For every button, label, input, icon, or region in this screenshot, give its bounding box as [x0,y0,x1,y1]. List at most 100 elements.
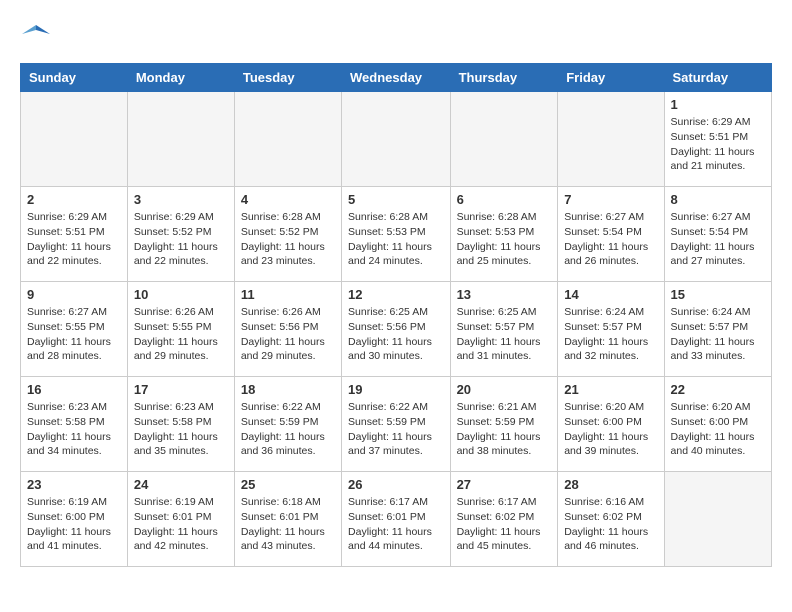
calendar-header-monday: Monday [127,64,234,92]
calendar-cell [21,92,128,187]
calendar-cell: 17 Sunrise: 6:23 AM Sunset: 5:58 PM Dayli… [127,377,234,472]
day-info: Sunrise: 6:27 AM Sunset: 5:55 PM Dayligh… [27,305,121,364]
day-info: Sunrise: 6:20 AM Sunset: 6:00 PM Dayligh… [671,400,765,459]
day-info: Sunrise: 6:23 AM Sunset: 5:58 PM Dayligh… [134,400,228,459]
day-info: Sunrise: 6:17 AM Sunset: 6:02 PM Dayligh… [457,495,552,554]
day-info: Sunrise: 6:28 AM Sunset: 5:53 PM Dayligh… [457,210,552,269]
calendar-header-tuesday: Tuesday [234,64,341,92]
day-info: Sunrise: 6:29 AM Sunset: 5:51 PM Dayligh… [671,115,765,174]
day-number: 10 [134,287,228,302]
calendar-cell: 20 Sunrise: 6:21 AM Sunset: 5:59 PM Dayli… [450,377,558,472]
day-number: 27 [457,477,552,492]
day-info: Sunrise: 6:22 AM Sunset: 5:59 PM Dayligh… [241,400,335,459]
week-row-1: 1 Sunrise: 6:29 AM Sunset: 5:51 PM Daylig… [21,92,772,187]
calendar-cell: 5 Sunrise: 6:28 AM Sunset: 5:53 PM Daylig… [342,187,451,282]
calendar-cell: 11 Sunrise: 6:26 AM Sunset: 5:56 PM Dayli… [234,282,341,377]
calendar-header-friday: Friday [558,64,664,92]
day-info: Sunrise: 6:19 AM Sunset: 6:01 PM Dayligh… [134,495,228,554]
day-number: 23 [27,477,121,492]
day-number: 1 [671,97,765,112]
calendar-header-thursday: Thursday [450,64,558,92]
day-number: 28 [564,477,657,492]
calendar-cell: 9Sunrise: 6:27 AM Sunset: 5:55 PM Daylig… [21,282,128,377]
calendar-cell: 6 Sunrise: 6:28 AM Sunset: 5:53 PM Daylig… [450,187,558,282]
day-number: 12 [348,287,444,302]
logo-bird-icon [22,20,50,48]
day-info: Sunrise: 6:17 AM Sunset: 6:01 PM Dayligh… [348,495,444,554]
day-number: 5 [348,192,444,207]
calendar-header-row: SundayMondayTuesdayWednesdayThursdayFrid… [21,64,772,92]
calendar-cell [558,92,664,187]
day-number: 24 [134,477,228,492]
calendar-cell: 25 Sunrise: 6:18 AM Sunset: 6:01 PM Dayli… [234,472,341,567]
day-info: Sunrise: 6:19 AM Sunset: 6:00 PM Dayligh… [27,495,121,554]
day-info: Sunrise: 6:22 AM Sunset: 5:59 PM Dayligh… [348,400,444,459]
day-number: 3 [134,192,228,207]
day-info: Sunrise: 6:23 AM Sunset: 5:58 PM Dayligh… [27,400,121,459]
calendar-cell: 7 Sunrise: 6:27 AM Sunset: 5:54 PM Daylig… [558,187,664,282]
calendar-cell: 27 Sunrise: 6:17 AM Sunset: 6:02 PM Dayli… [450,472,558,567]
day-number: 25 [241,477,335,492]
day-number: 4 [241,192,335,207]
calendar-header-wednesday: Wednesday [342,64,451,92]
calendar-cell: 18 Sunrise: 6:22 AM Sunset: 5:59 PM Dayli… [234,377,341,472]
calendar-header-sunday: Sunday [21,64,128,92]
calendar-cell [342,92,451,187]
day-number: 14 [564,287,657,302]
day-number: 6 [457,192,552,207]
page-header [20,20,772,53]
calendar-cell: 8 Sunrise: 6:27 AM Sunset: 5:54 PM Daylig… [664,187,771,282]
day-number: 15 [671,287,765,302]
logo-text [20,20,50,53]
day-info: Sunrise: 6:18 AM Sunset: 6:01 PM Dayligh… [241,495,335,554]
calendar-cell: 26 Sunrise: 6:17 AM Sunset: 6:01 PM Dayli… [342,472,451,567]
calendar-cell: 10 Sunrise: 6:26 AM Sunset: 5:55 PM Dayli… [127,282,234,377]
week-row-5: 23 Sunrise: 6:19 AM Sunset: 6:00 PM Dayli… [21,472,772,567]
day-info: Sunrise: 6:27 AM Sunset: 5:54 PM Dayligh… [564,210,657,269]
day-info: Sunrise: 6:29 AM Sunset: 5:52 PM Dayligh… [134,210,228,269]
day-number: 13 [457,287,552,302]
calendar-cell: 16Sunrise: 6:23 AM Sunset: 5:58 PM Dayli… [21,377,128,472]
day-number: 7 [564,192,657,207]
day-info: Sunrise: 6:29 AM Sunset: 5:51 PM Dayligh… [27,210,121,269]
day-info: Sunrise: 6:26 AM Sunset: 5:56 PM Dayligh… [241,305,335,364]
day-number: 8 [671,192,765,207]
calendar-cell: 2 Sunrise: 6:29 AM Sunset: 5:51 PM Daylig… [21,187,128,282]
week-row-4: 16Sunrise: 6:23 AM Sunset: 5:58 PM Dayli… [21,377,772,472]
week-row-3: 9Sunrise: 6:27 AM Sunset: 5:55 PM Daylig… [21,282,772,377]
calendar-cell: 3 Sunrise: 6:29 AM Sunset: 5:52 PM Daylig… [127,187,234,282]
calendar-cell [450,92,558,187]
day-info: Sunrise: 6:25 AM Sunset: 5:57 PM Dayligh… [457,305,552,364]
day-number: 11 [241,287,335,302]
day-info: Sunrise: 6:20 AM Sunset: 6:00 PM Dayligh… [564,400,657,459]
day-number: 19 [348,382,444,397]
calendar-cell [127,92,234,187]
calendar-cell: 4 Sunrise: 6:28 AM Sunset: 5:52 PM Daylig… [234,187,341,282]
day-info: Sunrise: 6:26 AM Sunset: 5:55 PM Dayligh… [134,305,228,364]
day-number: 2 [27,192,121,207]
day-number: 26 [348,477,444,492]
day-number: 18 [241,382,335,397]
calendar-cell: 23 Sunrise: 6:19 AM Sunset: 6:00 PM Dayli… [21,472,128,567]
day-info: Sunrise: 6:28 AM Sunset: 5:52 PM Dayligh… [241,210,335,269]
calendar-cell: 13 Sunrise: 6:25 AM Sunset: 5:57 PM Dayli… [450,282,558,377]
day-info: Sunrise: 6:21 AM Sunset: 5:59 PM Dayligh… [457,400,552,459]
day-info: Sunrise: 6:27 AM Sunset: 5:54 PM Dayligh… [671,210,765,269]
calendar-cell: 28Sunrise: 6:16 AM Sunset: 6:02 PM Dayli… [558,472,664,567]
day-info: Sunrise: 6:24 AM Sunset: 5:57 PM Dayligh… [564,305,657,364]
day-info: Sunrise: 6:28 AM Sunset: 5:53 PM Dayligh… [348,210,444,269]
calendar-cell: 12Sunrise: 6:25 AM Sunset: 5:56 PM Dayli… [342,282,451,377]
calendar-cell: 14 Sunrise: 6:24 AM Sunset: 5:57 PM Dayli… [558,282,664,377]
calendar-cell [234,92,341,187]
calendar-cell: 24 Sunrise: 6:19 AM Sunset: 6:01 PM Dayli… [127,472,234,567]
calendar-cell [664,472,771,567]
logo [20,20,50,53]
day-number: 20 [457,382,552,397]
calendar-cell: 21 Sunrise: 6:20 AM Sunset: 6:00 PM Dayli… [558,377,664,472]
day-number: 21 [564,382,657,397]
week-row-2: 2 Sunrise: 6:29 AM Sunset: 5:51 PM Daylig… [21,187,772,282]
calendar-cell: 22Sunrise: 6:20 AM Sunset: 6:00 PM Dayli… [664,377,771,472]
day-number: 17 [134,382,228,397]
calendar-header-saturday: Saturday [664,64,771,92]
calendar-cell: 19 Sunrise: 6:22 AM Sunset: 5:59 PM Dayli… [342,377,451,472]
